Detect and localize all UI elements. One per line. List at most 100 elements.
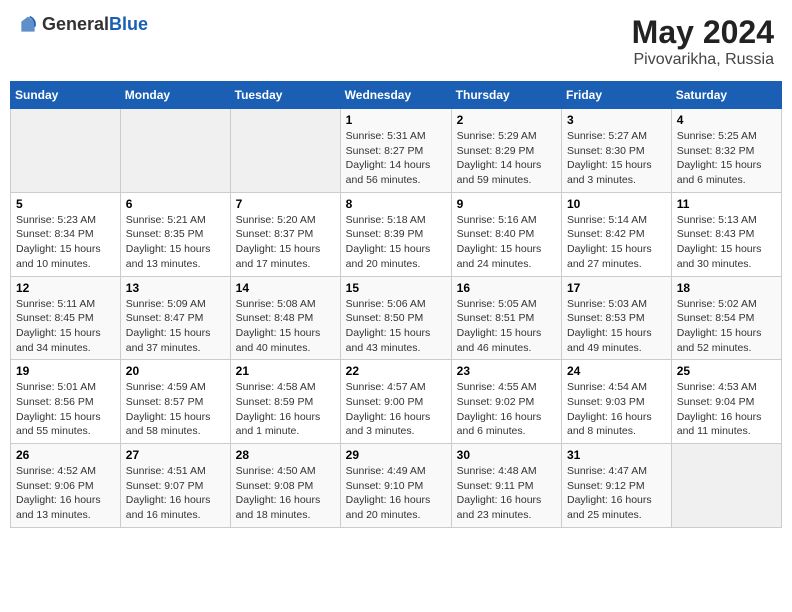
day-number: 6 <box>126 197 225 211</box>
day-info: Sunrise: 4:50 AM Sunset: 9:08 PM Dayligh… <box>236 464 335 523</box>
page-header: GeneralBlue May 2024 Pivovarikha, Russia <box>10 10 782 73</box>
weekday-header-row: SundayMondayTuesdayWednesdayThursdayFrid… <box>11 82 782 109</box>
calendar-cell <box>120 109 230 193</box>
day-number: 24 <box>567 364 666 378</box>
day-info: Sunrise: 4:59 AM Sunset: 8:57 PM Dayligh… <box>126 380 225 439</box>
calendar-cell: 5 Sunrise: 5:23 AM Sunset: 8:34 PM Daylig… <box>11 192 121 276</box>
day-number: 21 <box>236 364 335 378</box>
day-number: 17 <box>567 281 666 295</box>
day-info: Sunrise: 5:06 AM Sunset: 8:50 PM Dayligh… <box>346 297 446 356</box>
day-info: Sunrise: 5:23 AM Sunset: 8:34 PM Dayligh… <box>16 213 115 272</box>
day-number: 27 <box>126 448 225 462</box>
calendar-cell: 8 Sunrise: 5:18 AM Sunset: 8:39 PM Daylig… <box>340 192 451 276</box>
day-number: 16 <box>457 281 556 295</box>
day-info: Sunrise: 5:29 AM Sunset: 8:29 PM Dayligh… <box>457 129 556 188</box>
day-number: 11 <box>677 197 776 211</box>
calendar-cell: 19 Sunrise: 5:01 AM Sunset: 8:56 PM Dayli… <box>11 360 121 444</box>
calendar-cell: 23 Sunrise: 4:55 AM Sunset: 9:02 PM Dayli… <box>451 360 561 444</box>
weekday-header-tuesday: Tuesday <box>230 82 340 109</box>
calendar-cell: 17Sunrise: 5:03 AM Sunset: 8:53 PM Dayli… <box>562 276 672 360</box>
week-row-2: 5 Sunrise: 5:23 AM Sunset: 8:34 PM Daylig… <box>11 192 782 276</box>
weekday-header-wednesday: Wednesday <box>340 82 451 109</box>
day-info: Sunrise: 5:20 AM Sunset: 8:37 PM Dayligh… <box>236 213 335 272</box>
day-number: 30 <box>457 448 556 462</box>
day-number: 5 <box>16 197 115 211</box>
day-number: 10 <box>567 197 666 211</box>
calendar-cell: 31 Sunrise: 4:47 AM Sunset: 9:12 PM Dayli… <box>562 444 672 528</box>
calendar-cell: 14Sunrise: 5:08 AM Sunset: 8:48 PM Dayli… <box>230 276 340 360</box>
day-info: Sunrise: 5:25 AM Sunset: 8:32 PM Dayligh… <box>677 129 776 188</box>
day-number: 12 <box>16 281 115 295</box>
calendar-cell: 20 Sunrise: 4:59 AM Sunset: 8:57 PM Dayli… <box>120 360 230 444</box>
calendar-cell: 11 Sunrise: 5:13 AM Sunset: 8:43 PM Dayli… <box>671 192 781 276</box>
day-number: 8 <box>346 197 446 211</box>
weekday-header-thursday: Thursday <box>451 82 561 109</box>
day-number: 29 <box>346 448 446 462</box>
week-row-1: 1Sunrise: 5:31 AM Sunset: 8:27 PM Daylig… <box>11 109 782 193</box>
day-info: Sunrise: 5:02 AM Sunset: 8:54 PM Dayligh… <box>677 297 776 356</box>
calendar-cell: 3 Sunrise: 5:27 AM Sunset: 8:30 PM Daylig… <box>562 109 672 193</box>
day-number: 9 <box>457 197 556 211</box>
day-number: 26 <box>16 448 115 462</box>
day-info: Sunrise: 4:57 AM Sunset: 9:00 PM Dayligh… <box>346 380 446 439</box>
day-number: 20 <box>126 364 225 378</box>
day-info: Sunrise: 5:14 AM Sunset: 8:42 PM Dayligh… <box>567 213 666 272</box>
day-info: Sunrise: 4:47 AM Sunset: 9:12 PM Dayligh… <box>567 464 666 523</box>
day-info: Sunrise: 5:18 AM Sunset: 8:39 PM Dayligh… <box>346 213 446 272</box>
day-info: Sunrise: 5:01 AM Sunset: 8:56 PM Dayligh… <box>16 380 115 439</box>
day-number: 19 <box>16 364 115 378</box>
calendar-cell: 30 Sunrise: 4:48 AM Sunset: 9:11 PM Dayli… <box>451 444 561 528</box>
calendar-cell: 28 Sunrise: 4:50 AM Sunset: 9:08 PM Dayli… <box>230 444 340 528</box>
day-number: 14 <box>236 281 335 295</box>
day-info: Sunrise: 5:05 AM Sunset: 8:51 PM Dayligh… <box>457 297 556 356</box>
day-info: Sunrise: 4:58 AM Sunset: 8:59 PM Dayligh… <box>236 380 335 439</box>
week-row-3: 12 Sunrise: 5:11 AM Sunset: 8:45 PM Dayli… <box>11 276 782 360</box>
calendar-cell: 27 Sunrise: 4:51 AM Sunset: 9:07 PM Dayli… <box>120 444 230 528</box>
day-info: Sunrise: 4:51 AM Sunset: 9:07 PM Dayligh… <box>126 464 225 523</box>
title-block: May 2024 Pivovarikha, Russia <box>632 14 774 69</box>
day-number: 3 <box>567 113 666 127</box>
calendar-cell: 25Sunrise: 4:53 AM Sunset: 9:04 PM Dayli… <box>671 360 781 444</box>
day-info: Sunrise: 5:16 AM Sunset: 8:40 PM Dayligh… <box>457 213 556 272</box>
day-info: Sunrise: 4:48 AM Sunset: 9:11 PM Dayligh… <box>457 464 556 523</box>
calendar-table: SundayMondayTuesdayWednesdayThursdayFrid… <box>10 81 782 528</box>
day-number: 31 <box>567 448 666 462</box>
day-number: 13 <box>126 281 225 295</box>
day-number: 28 <box>236 448 335 462</box>
day-info: Sunrise: 4:55 AM Sunset: 9:02 PM Dayligh… <box>457 380 556 439</box>
calendar-cell: 22 Sunrise: 4:57 AM Sunset: 9:00 PM Dayli… <box>340 360 451 444</box>
day-info: Sunrise: 5:11 AM Sunset: 8:45 PM Dayligh… <box>16 297 115 356</box>
day-info: Sunrise: 5:09 AM Sunset: 8:47 PM Dayligh… <box>126 297 225 356</box>
calendar-cell <box>671 444 781 528</box>
calendar-cell <box>230 109 340 193</box>
week-row-4: 19 Sunrise: 5:01 AM Sunset: 8:56 PM Dayli… <box>11 360 782 444</box>
weekday-header-monday: Monday <box>120 82 230 109</box>
weekday-header-friday: Friday <box>562 82 672 109</box>
calendar-cell: 24Sunrise: 4:54 AM Sunset: 9:03 PM Dayli… <box>562 360 672 444</box>
calendar-cell: 21 Sunrise: 4:58 AM Sunset: 8:59 PM Dayli… <box>230 360 340 444</box>
day-number: 18 <box>677 281 776 295</box>
calendar-cell: 18 Sunrise: 5:02 AM Sunset: 8:54 PM Dayli… <box>671 276 781 360</box>
calendar-cell: 26Sunrise: 4:52 AM Sunset: 9:06 PM Dayli… <box>11 444 121 528</box>
calendar-cell: 7 Sunrise: 5:20 AM Sunset: 8:37 PM Daylig… <box>230 192 340 276</box>
day-number: 7 <box>236 197 335 211</box>
calendar-cell: 6Sunrise: 5:21 AM Sunset: 8:35 PM Daylig… <box>120 192 230 276</box>
calendar-cell: 29Sunrise: 4:49 AM Sunset: 9:10 PM Dayli… <box>340 444 451 528</box>
day-number: 23 <box>457 364 556 378</box>
day-number: 15 <box>346 281 446 295</box>
day-info: Sunrise: 5:27 AM Sunset: 8:30 PM Dayligh… <box>567 129 666 188</box>
week-row-5: 26Sunrise: 4:52 AM Sunset: 9:06 PM Dayli… <box>11 444 782 528</box>
calendar-cell: 2 Sunrise: 5:29 AM Sunset: 8:29 PM Daylig… <box>451 109 561 193</box>
calendar-cell: 4Sunrise: 5:25 AM Sunset: 8:32 PM Daylig… <box>671 109 781 193</box>
day-info: Sunrise: 4:53 AM Sunset: 9:04 PM Dayligh… <box>677 380 776 439</box>
weekday-header-saturday: Saturday <box>671 82 781 109</box>
calendar-title: May 2024 <box>632 14 774 51</box>
calendar-cell: 10 Sunrise: 5:14 AM Sunset: 8:42 PM Dayli… <box>562 192 672 276</box>
day-info: Sunrise: 5:13 AM Sunset: 8:43 PM Dayligh… <box>677 213 776 272</box>
day-number: 2 <box>457 113 556 127</box>
logo: GeneralBlue <box>18 14 148 35</box>
calendar-cell: 16 Sunrise: 5:05 AM Sunset: 8:51 PM Dayli… <box>451 276 561 360</box>
logo-icon <box>18 15 38 35</box>
day-number: 22 <box>346 364 446 378</box>
calendar-cell: 12 Sunrise: 5:11 AM Sunset: 8:45 PM Dayli… <box>11 276 121 360</box>
